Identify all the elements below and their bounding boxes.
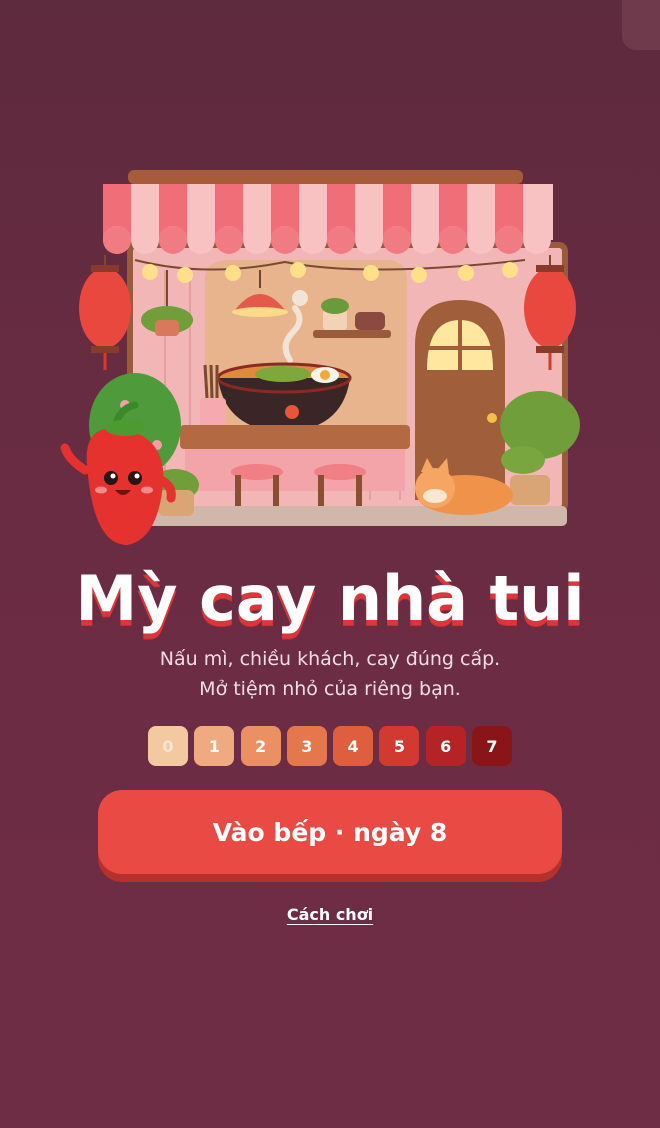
shelf-plant	[321, 298, 349, 330]
how-to-play-link[interactable]: Cách chơi	[287, 905, 373, 924]
spice-level-5[interactable]: 5	[379, 726, 420, 766]
spice-level-0[interactable]: 0	[148, 726, 188, 766]
lantern-left	[79, 255, 131, 370]
corner-tab[interactable]	[622, 0, 660, 50]
subtitle-line-2: Mở tiệm nhỏ của riêng bạn.	[199, 678, 461, 700]
spice-level-selector: 0 1 2 3 4 5 6 7	[148, 726, 512, 766]
shelf-bowls	[355, 312, 385, 330]
spice-level-3[interactable]: 3	[286, 726, 327, 766]
start-cooking-button[interactable]: Vào bếp · ngày 8	[98, 790, 562, 874]
spice-level-1[interactable]: 1	[194, 726, 235, 766]
spice-level-4[interactable]: 4	[333, 726, 374, 766]
shelf	[313, 330, 391, 338]
spice-level-6[interactable]: 6	[425, 726, 466, 766]
awning	[103, 184, 553, 254]
how-to-play-container: Cách chơi	[0, 905, 660, 924]
awning-rail	[128, 170, 523, 184]
counter-top	[180, 425, 410, 449]
spice-level-7[interactable]: 7	[471, 726, 512, 766]
game-title: Mỳ cay nhà tui	[75, 562, 585, 635]
noodle-shop-illustration	[60, 170, 580, 545]
subtitle-line-1: Nấu mì, chiều khách, cay đúng cấp.	[159, 648, 501, 670]
spice-level-2[interactable]: 2	[240, 726, 281, 766]
counter-front	[185, 449, 405, 491]
